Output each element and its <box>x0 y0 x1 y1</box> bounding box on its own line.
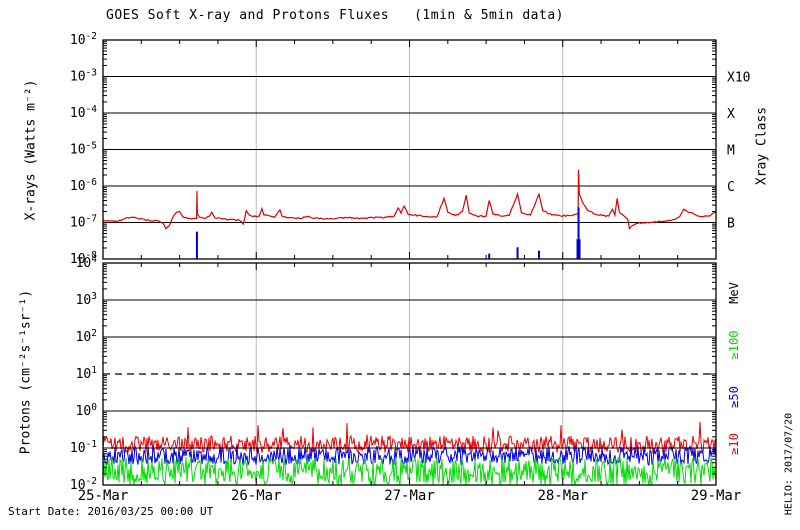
y-tick-label: 10-7 <box>70 214 97 231</box>
x-tick-label: 25-Mar <box>78 488 129 504</box>
x-tick-labels: 25-Mar 26-Mar 27-Mar 28-Mar 29-Mar <box>78 488 742 504</box>
y-tick-label: 10-6 <box>70 177 97 194</box>
energy-label-ge50: ≥50 <box>727 386 741 408</box>
y-tick-label: 102 <box>76 328 97 345</box>
xray-class-axis-label: Xray Class <box>755 107 770 185</box>
y-tick-label: 10-5 <box>70 141 97 158</box>
start-date-label: Start Date: 2016/03/25 00:00 UT <box>8 505 213 518</box>
y-tick-label: 104 <box>76 254 98 271</box>
x-tick-label: 27-Mar <box>384 488 435 504</box>
helio-date-stamp: HELIO: 2017/07/20 <box>784 413 795 515</box>
class-label-c: C <box>727 180 735 195</box>
y-tick-label: 101 <box>76 365 98 382</box>
xray-short-spikes <box>197 207 579 259</box>
page-title: GOES Soft X-ray and Protons Fluxes (1min… <box>106 8 564 23</box>
energy-label-ge10: ≥10 <box>727 433 741 455</box>
class-label-x: X <box>727 107 735 122</box>
x-tick-label: 28-Mar <box>537 488 588 504</box>
class-label-x10: X10 <box>727 71 750 86</box>
y-tick-label: 100 <box>76 402 98 419</box>
x-tick-label: 26-Mar <box>231 488 282 504</box>
y-tick-label: 10-3 <box>70 68 97 85</box>
goes-flux-chart: 10-210-310-410-510-610-710-8104103102101… <box>0 0 800 530</box>
y-tick-label: 10-4 <box>70 104 97 121</box>
y-tick-label: 103 <box>76 291 97 308</box>
class-label-m: M <box>727 144 735 159</box>
xray-axis-title: X-rays (Watts m⁻²) <box>24 80 39 221</box>
energy-label-ge100: ≥100 <box>727 331 741 360</box>
xray-y-tick-labels: 10-210-310-410-510-610-710-8 <box>70 31 97 267</box>
proton-energy-labels: MeV ≥100 ≥50 ≥10 <box>727 282 741 455</box>
proton-axis-title: Protons (cm⁻²s⁻¹sr⁻¹) <box>19 290 34 454</box>
mev-unit-label: MeV <box>727 282 741 304</box>
y-tick-label: 10-1 <box>70 439 97 456</box>
protons-y-tick-labels: 10410310210110010-110-2 <box>70 254 97 493</box>
class-label-b: B <box>727 217 735 232</box>
xray-class-labels: X10 X M C B <box>727 71 750 232</box>
y-tick-label: 10-2 <box>70 31 97 48</box>
goes-flux-page: 10-210-310-410-510-610-710-8104103102101… <box>0 0 800 530</box>
x-tick-label: 29-Mar <box>691 488 742 504</box>
